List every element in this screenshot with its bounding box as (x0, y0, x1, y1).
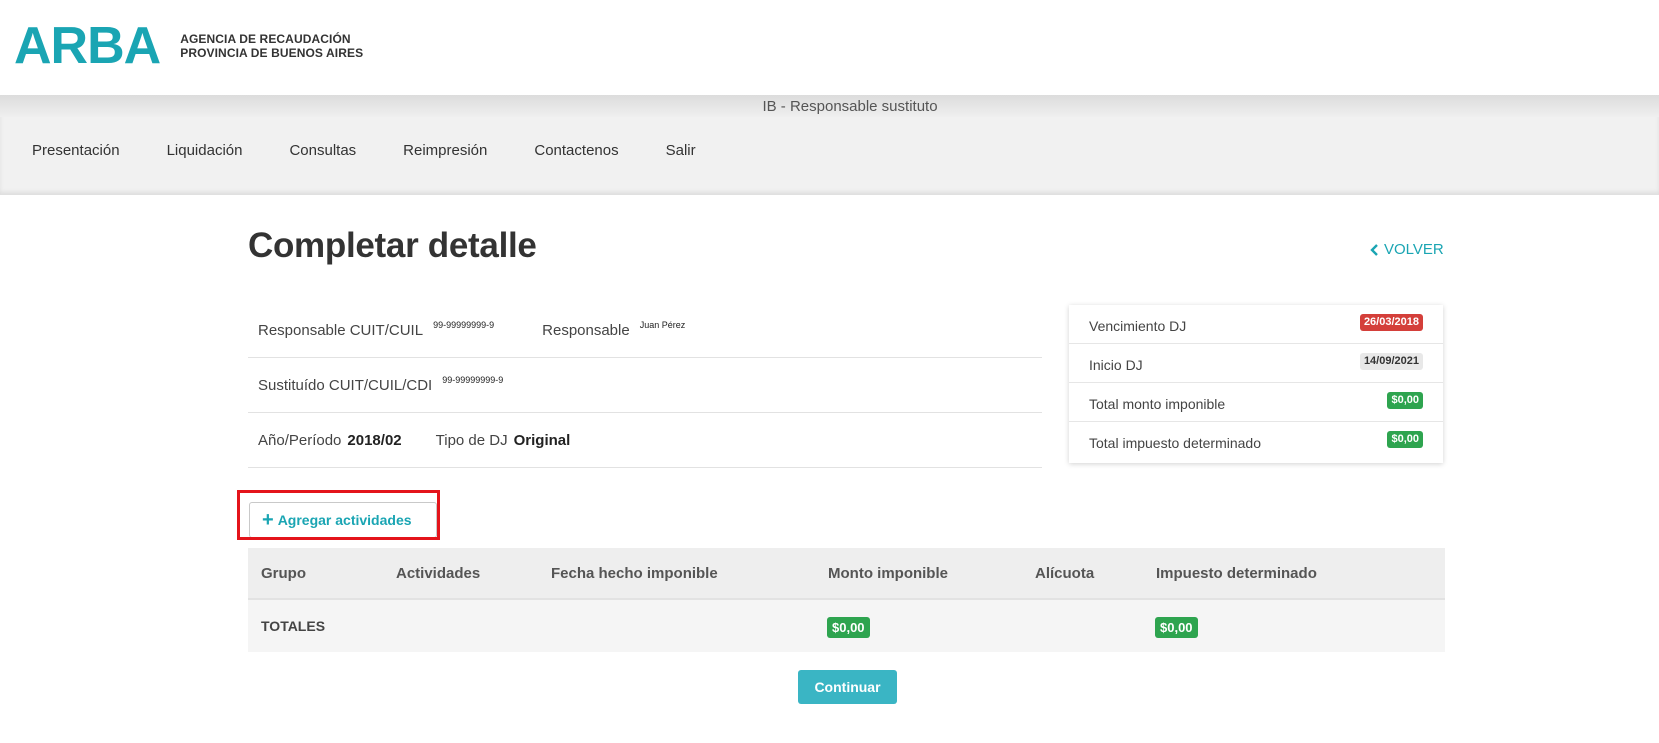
brand-line-2: PROVINCIA DE BUENOS AIRES (180, 46, 364, 60)
nav-item-reimpresion[interactable]: Reimpresión (403, 142, 487, 159)
main-nav: Presentación Liquidación Consultas Reimp… (32, 142, 743, 159)
totals-label: TOTALES (261, 618, 326, 634)
summary-label: Vencimiento DJ (1089, 318, 1187, 334)
resp-label: Responsable (542, 321, 630, 339)
col-monto: Monto imponible (828, 565, 948, 582)
nav-item-liquidacion[interactable]: Liquidación (167, 142, 243, 159)
system-title: IB - Responsable sustituto (762, 98, 938, 115)
summary-row-inicio: Inicio DJ 14/09/2021 (1069, 344, 1443, 383)
total-monto-badge: $0,00 (827, 617, 870, 638)
page-title: Completar detalle (248, 226, 537, 265)
status-badge: 26/03/2018 (1359, 314, 1423, 331)
col-actividades: Actividades (396, 565, 481, 582)
brand: ARBA AGENCIA DE RECAUDACIÓN PROVINCIA DE… (14, 20, 363, 72)
col-impuesto: Impuesto determinado (1156, 565, 1317, 582)
info-row-sustituido: Sustituído CUIT/CUIL/CDI 99-99999999-9 (248, 358, 1042, 413)
periodo-label: Año/Período (258, 431, 342, 449)
status-badge: $0,00 (1387, 431, 1423, 448)
summary-label: Total monto imponible (1089, 396, 1226, 412)
nav-item-consultas[interactable]: Consultas (289, 142, 356, 159)
nav-item-salir[interactable]: Salir (666, 142, 696, 159)
back-link[interactable]: VOLVER (1370, 241, 1444, 258)
nav-item-presentacion[interactable]: Presentación (32, 142, 120, 159)
total-impuesto-badge: $0,00 (1155, 617, 1198, 638)
nav-item-contactenos[interactable]: Contactenos (534, 142, 618, 159)
chevron-left-icon (1370, 243, 1378, 256)
sust-label: Sustituído CUIT/CUIL/CDI (258, 376, 433, 394)
dj-info: Responsable CUIT/CUIL 99-99999999-9 Resp… (248, 303, 1042, 468)
resp-cuit-value: 99-99999999-9 (433, 320, 495, 330)
summary-row-monto: Total monto imponible $0,00 (1069, 383, 1443, 422)
periodo-value: 2018/02 (347, 431, 402, 449)
table-header: Grupo Actividades Fecha hecho imponible … (248, 548, 1445, 600)
resp-value: Juan Pérez (639, 320, 686, 330)
summary-label: Inicio DJ (1089, 357, 1143, 373)
highlight-box (237, 490, 440, 540)
resp-cuit-label: Responsable CUIT/CUIL (258, 321, 424, 339)
continue-button[interactable]: Continuar (798, 670, 897, 704)
tipo-value: Original (513, 431, 571, 449)
tipo-label: Tipo de DJ (435, 431, 508, 449)
activities-table: Grupo Actividades Fecha hecho imponible … (248, 548, 1445, 652)
summary-row-vencimiento: Vencimiento DJ 26/03/2018 (1069, 305, 1443, 344)
summary-row-impuesto: Total impuesto determinado $0,00 (1069, 422, 1443, 461)
col-fecha: Fecha hecho imponible (551, 565, 718, 582)
info-row-responsable: Responsable CUIT/CUIL 99-99999999-9 Resp… (248, 303, 1042, 358)
col-grupo: Grupo (261, 565, 306, 582)
summary-label: Total impuesto determinado (1089, 435, 1261, 451)
arba-logo: ARBA (14, 17, 161, 75)
col-alicuota: Alícuota (1035, 565, 1095, 582)
dj-summary-card: Vencimiento DJ 26/03/2018 Inicio DJ 14/0… (1069, 305, 1443, 463)
sust-value: 99-99999999-9 (442, 375, 504, 385)
status-badge: $0,00 (1387, 392, 1423, 409)
back-label: VOLVER (1384, 241, 1444, 258)
info-row-periodo: Año/Período 2018/02 Tipo de DJ Original (248, 413, 1042, 468)
brand-name: AGENCIA DE RECAUDACIÓN PROVINCIA DE BUEN… (180, 32, 363, 60)
brand-line-1: AGENCIA DE RECAUDACIÓN (180, 32, 351, 46)
status-badge: 14/09/2021 (1359, 353, 1423, 370)
table-row-totals: TOTALES $0,00 $0,00 (248, 600, 1445, 652)
